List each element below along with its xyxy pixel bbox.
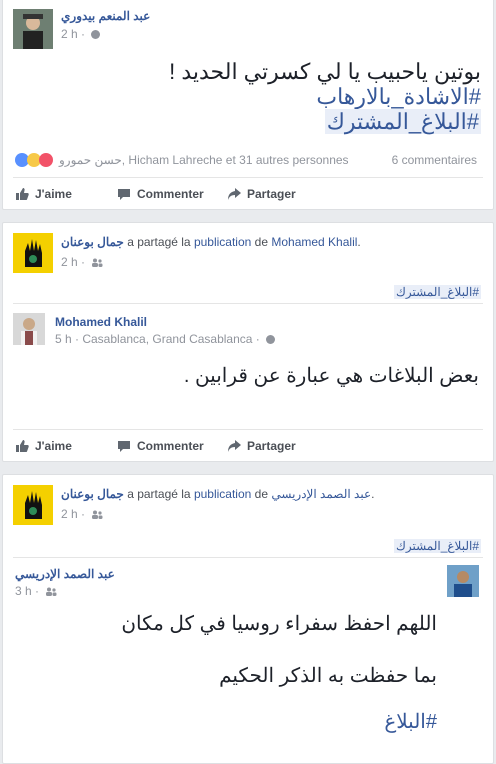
shared-post-divider — [13, 557, 483, 558]
inner-meta-text[interactable]: 5 h · Casablanca, Grand Casablanca · — [55, 332, 260, 346]
hashtag-link[interactable]: #البلاغ — [384, 709, 437, 734]
profile-photo — [447, 565, 479, 597]
shared-text: a partagé la — [127, 487, 191, 501]
hashtag-link[interactable]: #البلاغ_المشترك — [324, 109, 481, 134]
original-author-link[interactable]: عبد الصمد الإدريسي — [271, 487, 371, 501]
hashtag-link[interactable]: #البلاغ_المشترك — [393, 285, 481, 299]
sharer-name[interactable]: جمال بوعنان — [61, 235, 124, 249]
reactions-names[interactable]: حسن حمورو, Hicham Lahreche et 31 autres … — [59, 153, 349, 167]
share-icon — [228, 440, 241, 452]
sharer-name[interactable]: جمال بوعنان — [61, 487, 124, 501]
profile-photo — [13, 9, 53, 49]
share-icon — [228, 188, 241, 200]
like-button[interactable]: J'aime — [15, 187, 72, 201]
friends-icon — [92, 258, 103, 268]
comment-label: Commenter — [137, 187, 204, 201]
inner-post-text: بعض البلاغات هي عبارة عن قرابين . — [183, 365, 479, 387]
comment-button[interactable]: Commenter — [117, 187, 204, 201]
share-label: Partager — [247, 439, 296, 453]
hashtag-row: #البلاغ_المشترك — [393, 539, 481, 553]
post-meta: 2 h · — [61, 27, 101, 41]
shared-text: a partagé la — [127, 235, 191, 249]
reactions-bar: حسن حمورو, Hicham Lahreche et 31 autres … — [15, 153, 349, 167]
avatar[interactable] — [13, 485, 53, 525]
shared-text-de: de — [254, 235, 269, 249]
like-button[interactable]: J'aime — [15, 439, 72, 453]
inner-post-text: بما حفظت به الذكر الحكيم — [219, 665, 437, 687]
comments-count[interactable]: 6 commentaires — [392, 153, 477, 167]
like-label: J'aime — [35, 187, 72, 201]
avatar[interactable] — [13, 233, 53, 273]
inner-author[interactable]: Mohamed Khalil — [55, 315, 147, 329]
post-author[interactable]: عبد المنعم بيدوري — [61, 9, 150, 23]
inner-avatar[interactable] — [13, 313, 45, 345]
avatar[interactable] — [13, 9, 53, 49]
like-label: J'aime — [35, 439, 72, 453]
post-body: بوتين ياحبيب يا لي كسرتي الحديد ! #الاشا… — [21, 59, 481, 134]
separator: · — [81, 27, 89, 41]
globe-icon — [91, 30, 101, 40]
post-time[interactable]: 2 h — [61, 507, 78, 521]
post-meta: 2 h · — [61, 255, 103, 269]
share-button[interactable]: Partager — [227, 187, 296, 201]
share-header: جمال بوعنان a partagé la publication de … — [61, 235, 361, 249]
publication-link[interactable]: publication — [194, 235, 251, 249]
post-text: بوتين ياحبيب يا لي كسرتي الحديد ! — [169, 59, 481, 84]
inner-meta: 3 h · — [15, 584, 57, 598]
share-label: Partager — [247, 187, 296, 201]
publication-link[interactable]: publication — [194, 487, 251, 501]
share-button[interactable]: Partager — [227, 439, 296, 453]
thumbs-up-icon — [16, 440, 29, 452]
post-card: جمال بوعنان a partagé la publication de … — [2, 474, 494, 764]
original-author-link[interactable]: Mohamed Khalil — [271, 235, 357, 249]
shared-post-divider — [13, 303, 483, 304]
friends-icon — [46, 587, 57, 597]
friends-icon — [92, 510, 103, 520]
action-bar: J'aime Commenter Partager — [13, 177, 483, 209]
raba-sign-avatar — [13, 485, 53, 525]
inner-time[interactable]: 3 h — [15, 584, 32, 598]
inner-avatar[interactable] — [447, 565, 479, 597]
profile-photo — [13, 313, 45, 345]
love-reaction-icon[interactable] — [39, 153, 53, 167]
post-time[interactable]: 2 h — [61, 255, 78, 269]
comment-button[interactable]: Commenter — [117, 439, 204, 453]
comment-icon — [118, 189, 130, 200]
inner-post-text: اللهم احفظ سفراء روسيا في كل مكان — [121, 613, 437, 635]
hashtag-link[interactable]: #البلاغ_المشترك — [393, 539, 481, 553]
comment-label: Commenter — [137, 439, 204, 453]
share-header: جمال بوعنان a partagé la publication de … — [61, 487, 375, 501]
globe-icon — [266, 335, 276, 345]
raba-sign-avatar — [13, 233, 53, 273]
action-bar: J'aime Commenter Partager — [13, 429, 483, 461]
post-time[interactable]: 2 h — [61, 27, 78, 41]
inner-meta: 5 h · Casablanca, Grand Casablanca · — [55, 332, 276, 346]
post-meta: 2 h · — [61, 507, 103, 521]
post-card: جمال بوعنان a partagé la publication de … — [2, 222, 494, 462]
post-card: عبد المنعم بيدوري 2 h · بوتين ياحبيب يا … — [2, 0, 494, 210]
comment-icon — [118, 441, 130, 452]
shared-text-de: de — [254, 487, 269, 501]
thumbs-up-icon — [16, 188, 29, 200]
hashtag-link[interactable]: #الاشادة_بالارهاب — [21, 84, 481, 109]
inner-author[interactable]: عبد الصمد الإدريسي — [15, 567, 115, 581]
hashtag-row: #البلاغ_المشترك — [393, 285, 481, 299]
